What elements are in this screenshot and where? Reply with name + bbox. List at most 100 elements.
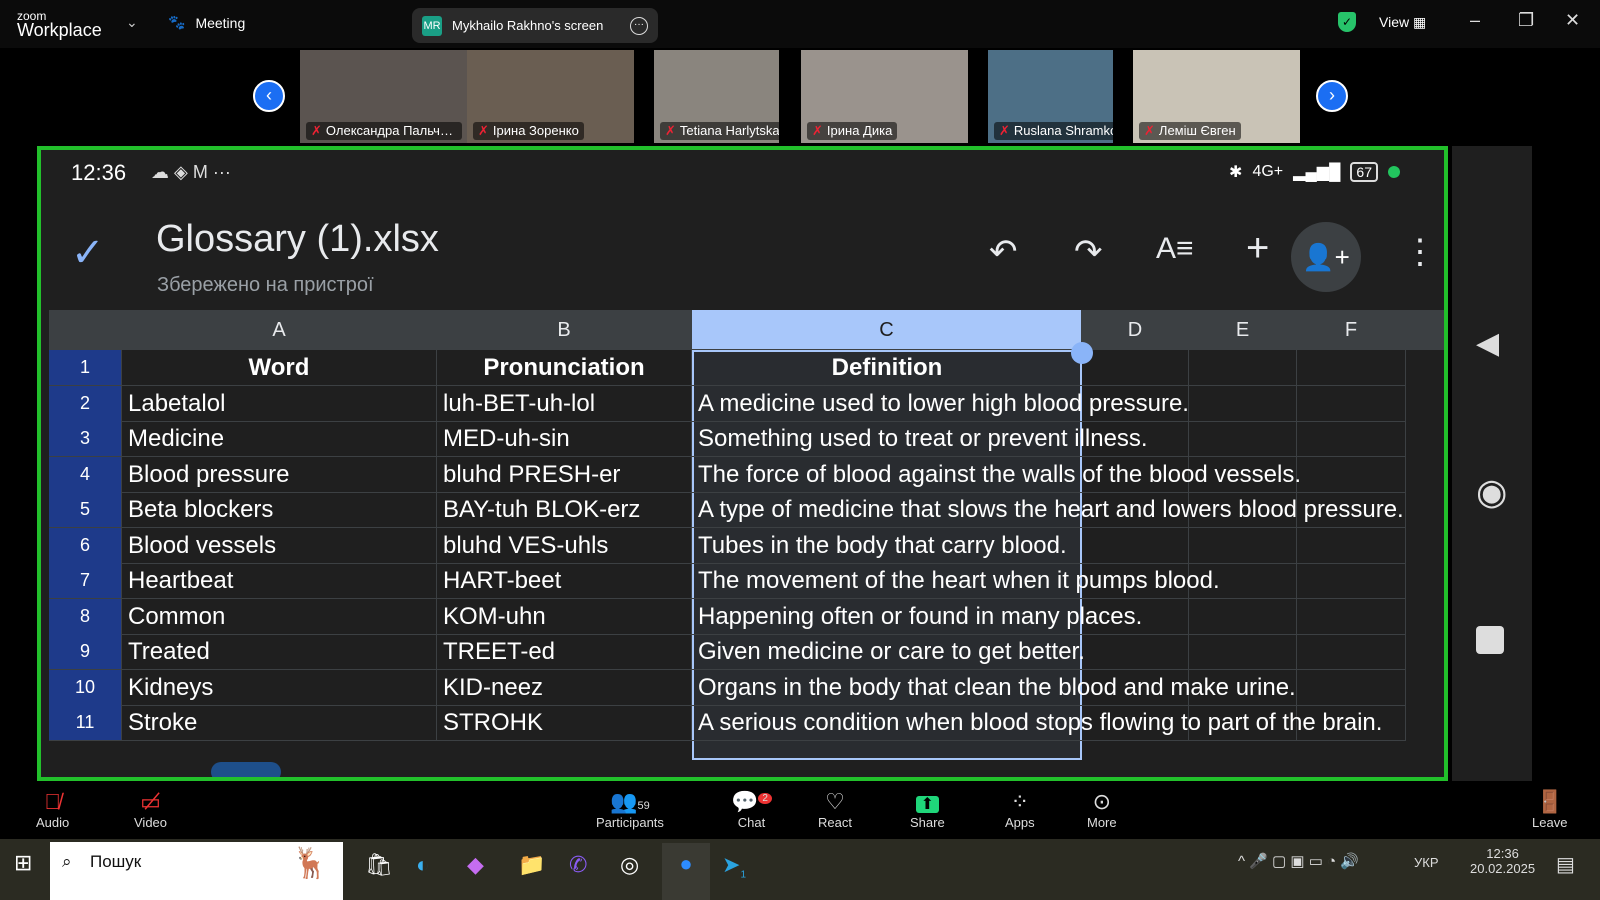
audio-button[interactable]: 🎙̸ Audio [36,789,69,830]
store-icon[interactable]: 🛍 [365,852,393,878]
cell-a[interactable]: Stroke [122,705,437,741]
row-header[interactable]: 4 [49,456,122,493]
participant-tile[interactable]: ✗ Ірина Дика [801,50,968,143]
cell-c[interactable]: Given medicine or care to get better. [692,634,1085,670]
cell-empty[interactable] [1189,634,1297,670]
cell-a[interactable]: Medicine [122,421,437,457]
recents-square-icon[interactable] [1476,626,1504,654]
cell-empty[interactable] [1082,527,1189,564]
row-header[interactable]: 7 [49,563,122,599]
viber-icon[interactable]: ✆ [569,852,587,878]
cell-empty[interactable] [1297,563,1406,599]
cell-b[interactable]: MED-uh-sin [437,421,692,457]
participant-tile[interactable]: ✗ Ruslana Shramko [988,50,1113,143]
next-gallery-button[interactable]: › [1316,80,1348,112]
cell-empty[interactable] [1297,598,1406,635]
row-header[interactable]: 11 [49,705,122,741]
cell-empty[interactable] [1189,385,1297,422]
row-header[interactable]: 2 [49,385,122,422]
cell-a[interactable]: Word [122,350,437,386]
row-header[interactable]: 10 [49,669,122,706]
undo-icon[interactable]: ↶ [989,232,1018,272]
share-button[interactable]: ⬆ Share [910,789,945,830]
add-icon[interactable]: + [1246,226,1269,271]
participant-tile[interactable]: ✗ Ірина Зоренко [467,50,634,143]
clock[interactable]: 12:36 20.02.2025 [1470,846,1535,876]
leave-button[interactable]: 🚪 Leave [1532,789,1567,830]
cell-empty[interactable] [1297,421,1406,457]
cell-b[interactable]: TREET-ed [437,634,692,670]
cell-a[interactable]: Labetalol [122,385,437,422]
cell-a[interactable]: Common [122,598,437,635]
cell-a[interactable]: Blood pressure [122,456,437,493]
cell-empty[interactable] [1297,456,1406,493]
cell-c[interactable]: A medicine used to lower high blood pres… [692,386,1189,422]
participants-button[interactable]: 👥59 Participants [596,789,664,830]
cell-empty[interactable] [1189,527,1297,564]
zoom-taskbar-icon[interactable]: ● [662,843,710,900]
notifications-icon[interactable]: ▤ [1556,852,1575,877]
cell-b[interactable]: HART-beet [437,563,692,599]
screen-share-indicator[interactable]: MR Mykhailo Rakhno's screen ··· [412,8,658,43]
column-header-d[interactable]: D [1082,310,1189,350]
more-button[interactable]: ⊙ More [1087,789,1117,830]
column-header-c[interactable]: C [692,310,1082,350]
cell-c[interactable]: The movement of the heart when it pumps … [692,563,1220,599]
select-all-corner[interactable] [49,310,122,350]
cell-b[interactable]: Pronunciation [437,350,692,386]
text-format-icon[interactable]: A≡ [1156,232,1194,266]
close-button[interactable]: ✕ [1565,10,1580,31]
prev-gallery-button[interactable]: ‹ [253,80,285,112]
cell-empty[interactable] [1297,669,1406,706]
more-vert-icon[interactable]: ⋮ [1403,232,1437,272]
react-button[interactable]: ♡ React [818,789,852,830]
cell-b[interactable]: BAY-tuh BLOK-erz [437,492,692,528]
cell-a[interactable]: Beta blockers [122,492,437,528]
cell-empty[interactable] [1189,350,1297,386]
copilot-icon[interactable]: ◆ [467,852,484,878]
file-explorer-icon[interactable]: 📁 [518,852,545,878]
cell-b[interactable]: bluhd VES-uhls [437,527,692,564]
cell-b[interactable]: luh-BET-uh-lol [437,385,692,422]
row-header[interactable]: 1 [49,350,122,386]
participant-tile[interactable]: ✗ Tetiana Harlytska [654,50,779,143]
cell-empty[interactable] [1297,527,1406,564]
done-check-icon[interactable]: ✓ [71,230,105,276]
cell-b[interactable]: bluhd PRESH-er [437,456,692,493]
chevron-down-icon[interactable]: ⌄ [126,14,138,31]
cell-b[interactable]: KOM-uhn [437,598,692,635]
row-header[interactable]: 9 [49,634,122,670]
view-button[interactable]: View ▦ [1379,14,1426,31]
meeting-tab[interactable]: 🐾 Meeting [168,14,245,31]
column-header-e[interactable]: E [1189,310,1297,350]
home-circle-icon[interactable]: ◉ [1476,471,1507,513]
cell-empty[interactable] [1297,350,1406,386]
row-header[interactable]: 3 [49,421,122,457]
column-header-next[interactable] [1406,310,1444,350]
cell-empty[interactable] [1297,634,1406,670]
share-person-add-icon[interactable]: 👤+ [1291,222,1361,292]
telegram-icon[interactable]: ➤1 [722,852,746,880]
column-header-f[interactable]: F [1297,310,1406,350]
row-header[interactable]: 8 [49,598,122,635]
edge-icon[interactable]: ◐ [416,852,429,878]
column-header-a[interactable]: A [122,310,437,350]
participant-tile[interactable]: ✗ Леміш Євген [1133,50,1300,143]
cell-c[interactable]: Happening often or found in many places. [692,599,1142,635]
redo-icon[interactable]: ↷ [1074,232,1103,272]
cell-a[interactable]: Heartbeat [122,563,437,599]
cell-empty[interactable] [1189,598,1297,635]
cell-c[interactable]: Organs in the body that clean the blood … [692,670,1296,706]
cell-a[interactable]: Blood vessels [122,527,437,564]
cell-c[interactable]: A serious condition when blood stops flo… [692,705,1382,741]
cell-c[interactable]: Definition [692,350,1082,386]
sheet-scrollbar[interactable] [211,762,281,777]
security-shield-icon[interactable]: ✓ [1338,12,1356,32]
language-indicator[interactable]: УКР [1414,855,1439,870]
taskbar-search[interactable]: ⌕ Пошук 🦌 [50,842,343,900]
column-header-b[interactable]: B [437,310,692,350]
cell-a[interactable]: Kidneys [122,669,437,706]
cell-empty[interactable] [1082,634,1189,670]
cell-c[interactable]: Something used to treat or prevent illne… [692,421,1148,457]
chat-button[interactable]: 💬 2 Chat [731,789,772,830]
